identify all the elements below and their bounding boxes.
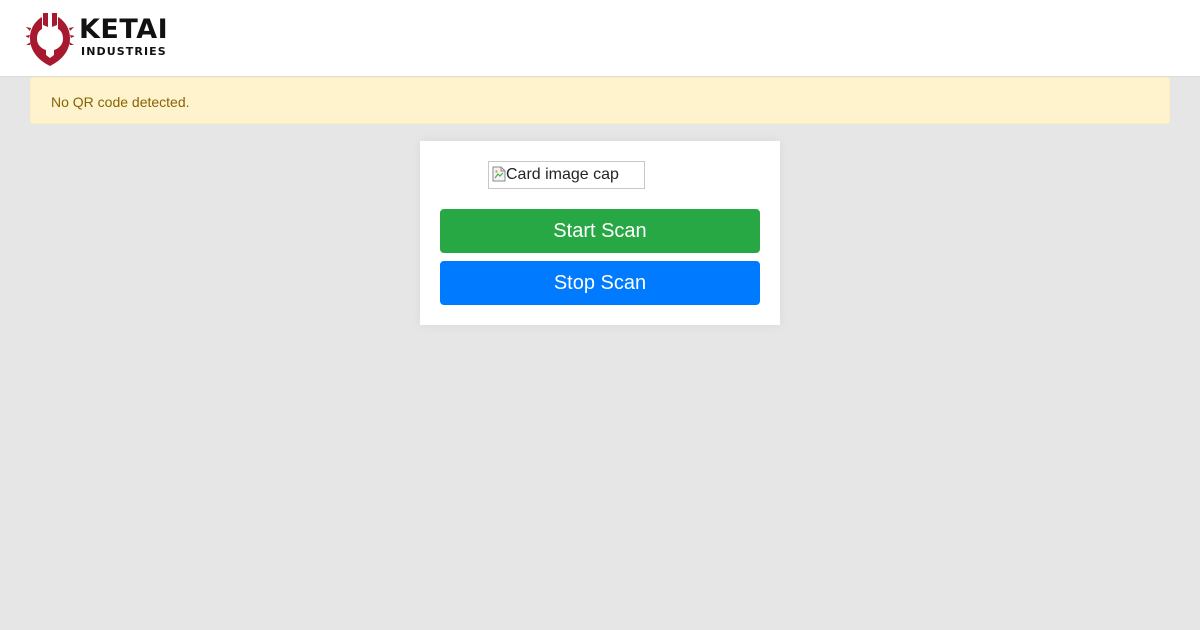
top-navbar: KETAI INDUSTRIES [0,0,1200,77]
ketai-emblem-icon [26,13,74,66]
broken-image-icon [492,166,506,182]
logo-subtitle: INDUSTRIES [81,45,167,58]
stop-scan-button[interactable]: Stop Scan [440,261,760,305]
ketai-logo[interactable]: KETAI INDUSTRIES [26,11,176,67]
alert-message: No QR code detected. [51,94,190,110]
logo-wordmark: KETAI [79,14,169,45]
card-image-placeholder: Card image cap [488,161,645,189]
card-image-alt-text: Card image cap [506,166,619,183]
scanner-card: Card image cap Start Scan Stop Scan [420,141,780,325]
status-alert: No QR code detected. [30,77,1170,124]
start-scan-button[interactable]: Start Scan [440,209,760,253]
